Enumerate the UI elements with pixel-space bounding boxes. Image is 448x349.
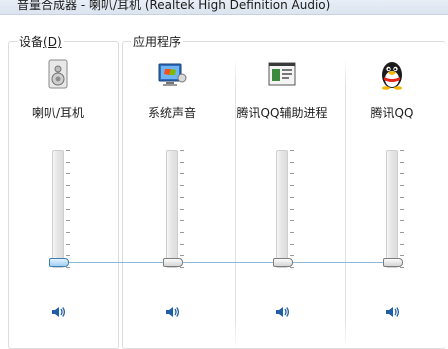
slider-tick (66, 161, 70, 163)
slider-tick (400, 185, 404, 187)
slider-tick (180, 267, 184, 268)
slider-tick (290, 267, 294, 268)
slider-tick (400, 150, 404, 151)
slider-tick (66, 196, 70, 198)
slider-tick (66, 173, 70, 175)
channel-system-sounds: 系统声音 (122, 0, 222, 349)
volume-slider-track[interactable] (49, 150, 69, 268)
channel-speakers: 喇叭/耳机 (8, 0, 108, 349)
speaker-icon[interactable] (42, 58, 74, 90)
volume-slider-track[interactable] (273, 150, 293, 268)
volume-slider-track[interactable] (383, 150, 403, 268)
slider-ticks (290, 150, 296, 268)
slider-tick (400, 220, 404, 222)
slider-tick (400, 196, 404, 198)
slider-tick (400, 231, 404, 233)
channel-label: 系统声音 (147, 106, 196, 120)
slider-tick (290, 150, 294, 151)
slider-tick (66, 185, 70, 187)
slider-tick (180, 208, 184, 210)
slider-ticks (180, 150, 186, 268)
slider-tick (180, 255, 184, 257)
mute-speaker-icon[interactable] (384, 304, 400, 320)
slider-tick (66, 267, 70, 268)
channel-label: 腾讯QQ辅助进程 (236, 106, 328, 120)
slider-tick (400, 161, 404, 163)
mute-speaker-icon[interactable] (274, 304, 290, 320)
slider-tick (290, 185, 294, 187)
slider-tick (290, 255, 294, 257)
slider-tick (290, 243, 294, 245)
slider-tick (290, 173, 294, 175)
volume-slider-track[interactable] (163, 150, 183, 268)
slider-tick (400, 255, 404, 257)
slider-tick (400, 208, 404, 210)
slider-tick (290, 196, 294, 198)
channel-qq: 腾讯QQ (342, 0, 442, 349)
slider-tick (180, 150, 184, 151)
slider-tick (290, 220, 294, 222)
channel-label: 腾讯QQ (370, 106, 414, 120)
channel-label: 喇叭/耳机 (31, 106, 85, 120)
slider-tick (290, 208, 294, 210)
slider-tick (66, 208, 70, 210)
slider-tick (180, 185, 184, 187)
slider-tick (400, 243, 404, 245)
qq-penguin-icon[interactable] (376, 58, 408, 90)
slider-ticks (66, 150, 72, 268)
slider-tick (180, 196, 184, 198)
slider-tick (290, 161, 294, 163)
slider-tick (66, 255, 70, 257)
slider-ticks (400, 150, 406, 268)
mute-speaker-icon[interactable] (50, 304, 66, 320)
slider-tick (66, 150, 70, 151)
qq-helper-process-icon[interactable] (266, 58, 298, 90)
slider-tick (400, 267, 404, 268)
mute-speaker-icon[interactable] (164, 304, 180, 320)
slider-tick (66, 220, 70, 222)
system-sounds-icon[interactable] (156, 58, 188, 90)
slider-tick (180, 161, 184, 163)
slider-tick (290, 231, 294, 233)
slider-tick (400, 173, 404, 175)
slider-tick (180, 231, 184, 233)
channel-qq-helper: 腾讯QQ辅助进程 (232, 0, 332, 349)
slider-tick (180, 173, 184, 175)
slider-tick (180, 243, 184, 245)
slider-tick (180, 220, 184, 222)
slider-tick (66, 243, 70, 245)
slider-tick (66, 231, 70, 233)
